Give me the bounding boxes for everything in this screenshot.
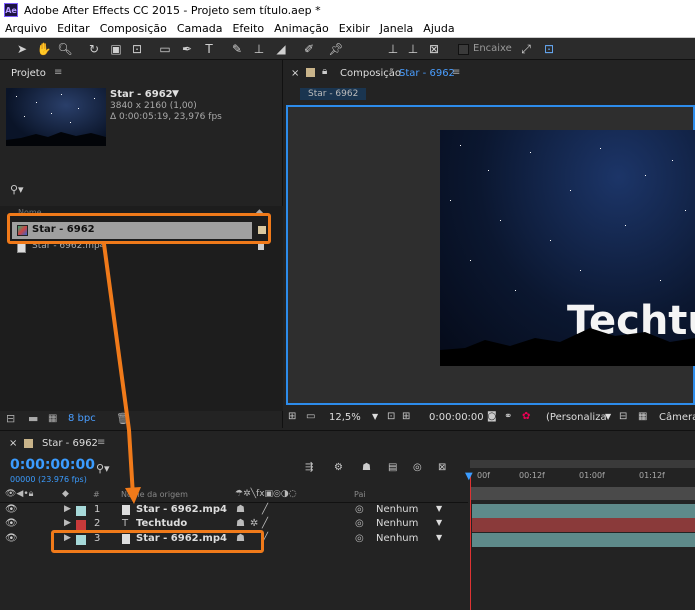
annotation-arrow <box>102 242 141 504</box>
